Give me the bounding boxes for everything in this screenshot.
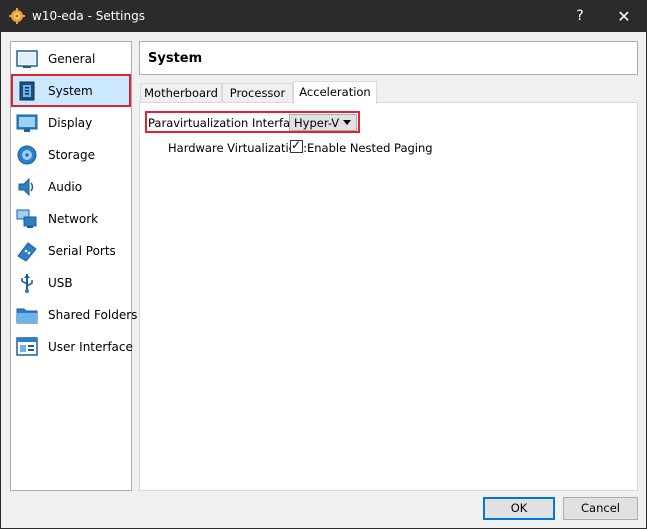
help-button[interactable]: ? [565, 1, 595, 32]
sidebar-item-label: USB [48, 276, 73, 290]
sidebar-item-serial-ports[interactable]: Serial Ports [12, 235, 130, 266]
sidebar-item-label: Serial Ports [48, 244, 116, 258]
sidebar-item-user-interface[interactable]: User Interface [12, 331, 133, 362]
sidebar-item-label: General [48, 52, 96, 66]
settings-sidebar: General System Display Storage Audio Net… [10, 41, 137, 491]
checkmark-icon: ✓ [291, 138, 302, 152]
sidebar-item-shared-folders[interactable]: Shared Folders [12, 299, 137, 330]
sidebar-item-display[interactable]: Display [12, 107, 130, 138]
shared-folders-icon [16, 308, 38, 324]
close-button[interactable]: ✕ [609, 1, 639, 32]
sidebar-item-system[interactable]: System [11, 74, 131, 107]
paravirtualization-select[interactable]: Hyper-V [289, 114, 357, 131]
nested-paging-checkbox[interactable]: ✓ [290, 138, 303, 153]
sidebar-item-usb[interactable]: USB [12, 267, 130, 298]
sidebar-item-label: User Interface [48, 340, 133, 354]
page-header: System [139, 41, 638, 75]
system-icon [19, 81, 35, 101]
cancel-button[interactable]: Cancel [563, 497, 638, 520]
serial-ports-icon [17, 242, 37, 262]
display-icon [16, 114, 38, 132]
sidebar-item-label: Display [48, 116, 93, 130]
sidebar-item-network[interactable]: Network [12, 203, 130, 234]
storage-icon [17, 145, 37, 165]
sidebar-item-label: Audio [48, 180, 83, 194]
tab-motherboard[interactable]: Motherboard [140, 83, 222, 103]
paravirtualization-value: Hyper-V [294, 116, 340, 130]
usb-icon [21, 274, 33, 293]
settings-window: w10-eda - Settings ? ✕ General System Di… [0, 0, 647, 529]
sidebar-item-label: System [48, 84, 93, 98]
tab-acceleration[interactable]: Acceleration [293, 81, 377, 104]
user-interface-icon [16, 337, 38, 356]
general-icon [16, 50, 38, 68]
nested-paging-label[interactable]: Enable Nested Paging [307, 141, 433, 155]
sidebar-item-label: Storage [48, 148, 95, 162]
hardware-virtualization-label: Hardware Virtualization: [168, 141, 307, 155]
page-title: System [148, 51, 203, 66]
title-bar[interactable]: w10-eda - Settings ? ✕ [1, 1, 646, 32]
sidebar-item-storage[interactable]: Storage [12, 139, 130, 170]
tab-processor[interactable]: Processor [222, 83, 293, 103]
ok-button[interactable]: OK [483, 497, 555, 520]
gear-icon [9, 8, 25, 24]
chevron-down-icon [343, 120, 351, 125]
acceleration-panel [139, 102, 638, 491]
sidebar-item-label: Shared Folders [48, 308, 138, 322]
paravirtualization-label: Paravirtualization Interface: [148, 116, 308, 130]
network-icon [16, 209, 37, 228]
sidebar-item-label: Network [48, 212, 99, 226]
audio-icon [18, 177, 34, 197]
sidebar-item-general[interactable]: General [12, 43, 130, 74]
window-title: w10-eda - Settings [32, 9, 145, 23]
sidebar-item-audio[interactable]: Audio [12, 171, 130, 202]
